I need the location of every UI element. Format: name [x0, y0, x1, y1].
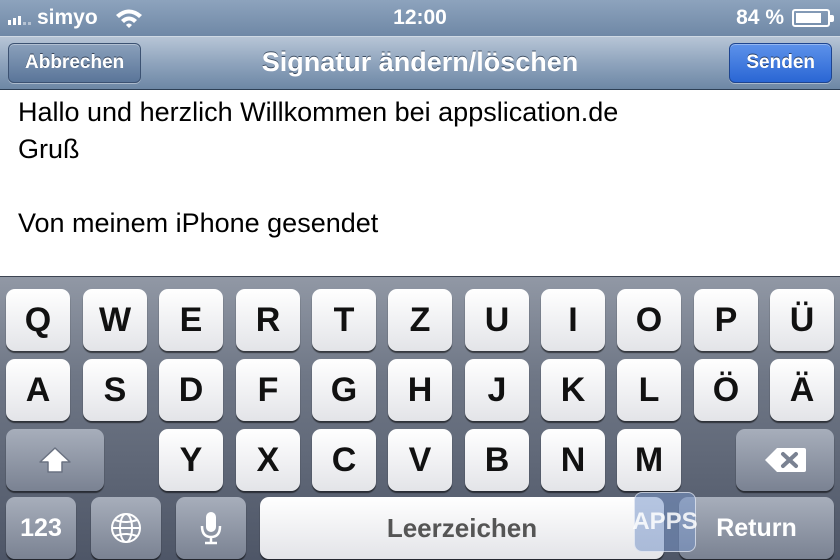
key-u-umlaut[interactable]: Ü: [770, 289, 834, 351]
key-t[interactable]: T: [312, 289, 376, 351]
key-o[interactable]: O: [617, 289, 681, 351]
key-p[interactable]: P: [694, 289, 758, 351]
key-v[interactable]: V: [388, 429, 452, 491]
key-k[interactable]: K: [541, 359, 605, 421]
signature-line: Gruß: [18, 134, 80, 164]
signature-line: Von meinem iPhone gesendet: [18, 208, 379, 238]
key-h[interactable]: H: [388, 359, 452, 421]
key-r[interactable]: R: [236, 289, 300, 351]
shift-key[interactable]: [6, 429, 104, 491]
key-q[interactable]: Q: [6, 289, 70, 351]
signature-line: [18, 168, 822, 205]
key-g[interactable]: G: [312, 359, 376, 421]
key-l[interactable]: L: [617, 359, 681, 421]
delete-key[interactable]: [736, 429, 834, 491]
battery-icon: [792, 9, 834, 27]
key-z[interactable]: Z: [388, 289, 452, 351]
key-u[interactable]: U: [465, 289, 529, 351]
status-time: 12:00: [393, 6, 447, 29]
space-bar[interactable]: Leerzeichen: [260, 497, 664, 559]
shift-arrow-icon: [39, 447, 71, 473]
battery-fill: [796, 13, 822, 23]
numbers-key[interactable]: 123: [6, 497, 76, 559]
battery-info: 84 %: [736, 6, 834, 30]
key-y[interactable]: Y: [159, 429, 223, 491]
appslication-watermark-logo: APPS: [632, 492, 698, 552]
key-e[interactable]: E: [159, 289, 223, 351]
microphone-icon: [200, 512, 222, 545]
key-m[interactable]: M: [617, 429, 681, 491]
key-o-umlaut[interactable]: Ö: [694, 359, 758, 421]
key-j[interactable]: J: [465, 359, 529, 421]
key-b[interactable]: B: [465, 429, 529, 491]
navigation-bar: Abbrechen Signatur ändern/löschen Senden: [0, 36, 840, 90]
globe-key[interactable]: [91, 497, 161, 559]
key-x[interactable]: X: [236, 429, 300, 491]
signature-line: Hallo und herzlich Willkommen bei appsli…: [18, 97, 619, 127]
globe-icon: [111, 513, 141, 543]
key-a-umlaut[interactable]: Ä: [770, 359, 834, 421]
page-title: Signatur ändern/löschen: [261, 47, 579, 77]
microphone-key[interactable]: [176, 497, 246, 559]
key-c[interactable]: C: [312, 429, 376, 491]
key-n[interactable]: N: [541, 429, 605, 491]
on-screen-keyboard: Q W E R T Z U I O P Ü A S D F G H J K L …: [0, 276, 840, 560]
key-s[interactable]: S: [83, 359, 147, 421]
battery-percent: 84 %: [736, 6, 784, 29]
send-button[interactable]: Senden: [729, 43, 832, 83]
backspace-icon: [765, 448, 806, 472]
key-i[interactable]: I: [541, 289, 605, 351]
signature-text-area[interactable]: Hallo und herzlich Willkommen bei appsli…: [0, 90, 840, 276]
key-w[interactable]: W: [83, 289, 147, 351]
status-bar: simyo 12:00 84 %: [0, 0, 840, 36]
return-key[interactable]: Return: [679, 497, 834, 559]
key-d[interactable]: D: [159, 359, 223, 421]
key-f[interactable]: F: [236, 359, 300, 421]
key-a[interactable]: A: [6, 359, 70, 421]
